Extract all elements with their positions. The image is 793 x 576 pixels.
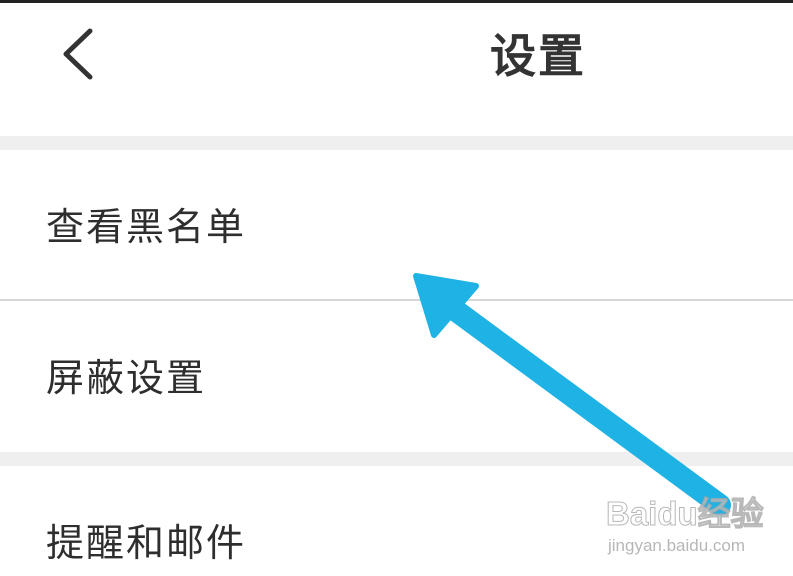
back-button[interactable] bbox=[52, 21, 108, 91]
settings-screen: 设置 查看黑名单 屏蔽设置 提醒和邮件 Baidu经验 jingyan.baid… bbox=[0, 0, 793, 576]
section-separator bbox=[0, 452, 793, 466]
settings-item-label: 屏蔽设置 bbox=[46, 356, 207, 400]
section-separator bbox=[0, 136, 793, 150]
watermark: Baidu经验 jingyan.baidu.com bbox=[606, 494, 786, 560]
watermark-url: jingyan.baidu.com bbox=[608, 536, 746, 555]
page-title: 设置 bbox=[490, 29, 586, 83]
settings-item-label: 提醒和邮件 bbox=[46, 521, 247, 565]
settings-item-block-settings[interactable]: 屏蔽设置 bbox=[0, 301, 793, 452]
settings-item-label: 查看黑名单 bbox=[46, 205, 247, 249]
settings-item-view-blacklist[interactable]: 查看黑名单 bbox=[0, 150, 793, 299]
watermark-logo: Baidu经验 bbox=[606, 495, 765, 533]
navigation-header: 设置 bbox=[0, 3, 793, 136]
chevron-left-icon bbox=[52, 21, 108, 91]
